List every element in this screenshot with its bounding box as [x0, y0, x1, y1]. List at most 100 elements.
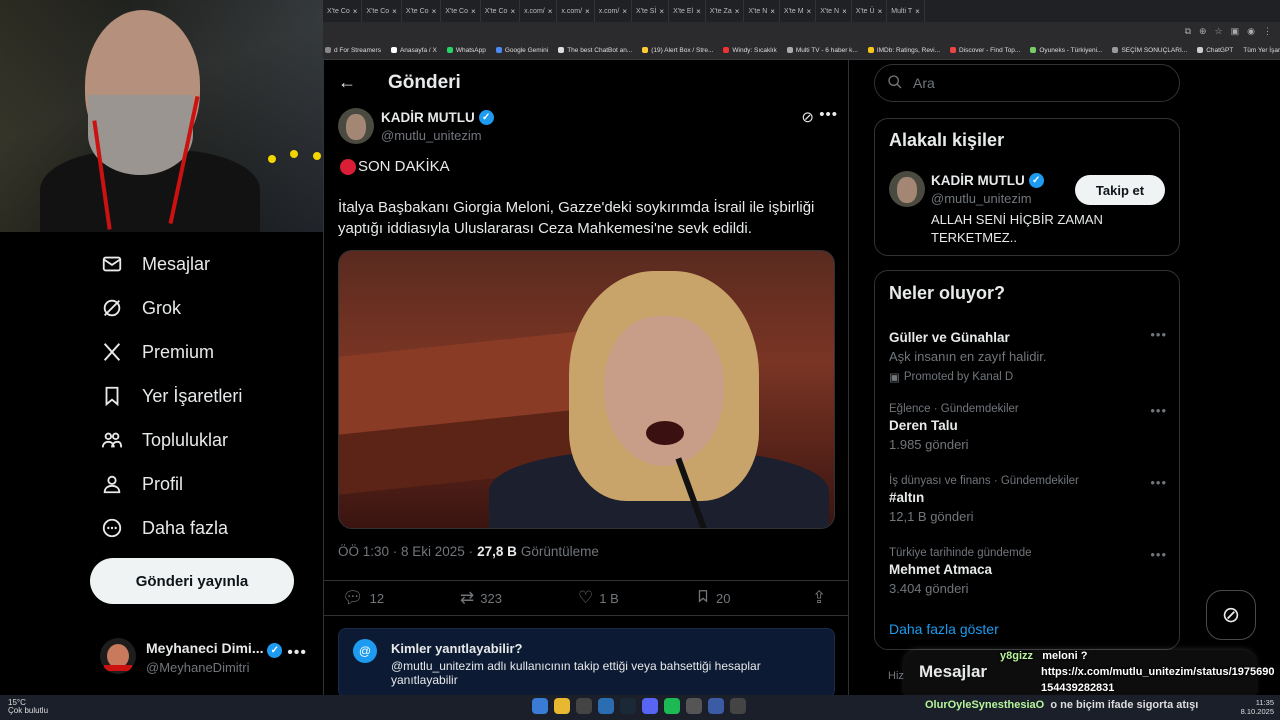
close-tab-icon[interactable]: × [471, 7, 476, 16]
zoom-icon[interactable]: ⊕ [1199, 26, 1207, 37]
nav-item-premium[interactable]: Premium [100, 340, 214, 364]
install-icon[interactable]: ⧉ [1185, 26, 1191, 37]
spotify-icon[interactable] [664, 698, 680, 714]
close-tab-icon[interactable]: × [659, 7, 664, 16]
close-tab-icon[interactable]: × [735, 7, 740, 16]
close-tab-icon[interactable]: × [878, 7, 883, 16]
bookmark-item[interactable]: ChatGPT [1197, 47, 1233, 54]
repost-button[interactable]: ⇄ 323 [460, 588, 502, 608]
nav-item-profile[interactable]: Profil [100, 472, 183, 496]
close-tab-icon[interactable]: × [915, 7, 920, 16]
extension-icon[interactable]: ▣ [1231, 26, 1240, 37]
account-switcher[interactable]: Meyhaneci Dimi... ✓ @MeyhaneDimitri ••• [100, 632, 315, 682]
bookmark-item[interactable]: (19) Alert Box / Stre... [642, 47, 713, 54]
show-more-link[interactable]: Daha fazla göster [889, 621, 999, 637]
nav-item-grok[interactable]: Grok [100, 296, 181, 320]
grok-floating-button[interactable]: ⊘ [1206, 590, 1256, 640]
bookmark-item[interactable]: WhatsApp [446, 47, 486, 54]
bookmark-button[interactable]: 20 [696, 588, 730, 609]
share-button[interactable]: ⇪ [812, 588, 826, 608]
discord-icon[interactable] [642, 698, 658, 714]
back-arrow-icon[interactable]: ← [338, 72, 356, 93]
post-button[interactable]: Gönderi yayınla [90, 558, 294, 604]
trend-item[interactable]: İş dünyası ve finans · Gündemdekiler #al… [889, 475, 1169, 524]
browser-tab[interactable]: X'te M × [780, 0, 817, 22]
browser-tab[interactable]: x.com/× [595, 0, 632, 22]
more-icon[interactable]: ••• [1150, 475, 1167, 490]
browser-tab[interactable]: X'te Co × [402, 0, 442, 22]
author-name[interactable]: KADİR MUTLU ✓ [381, 110, 494, 125]
browser-tab[interactable]: X'te Za × [706, 0, 745, 22]
bookmark-item[interactable]: The best ChatBot an... [558, 47, 632, 54]
nav-item-messages[interactable]: Mesajlar [100, 252, 210, 276]
weather-widget[interactable]: 15°C Çok bulutlu [8, 699, 48, 715]
author-handle[interactable]: @mutlu_unitezim [381, 128, 482, 143]
app-icon[interactable] [686, 698, 702, 714]
profile-icon[interactable]: ◉ [1247, 26, 1255, 37]
bookmark-item[interactable]: Discover - Find Top... [950, 47, 1020, 54]
app-icon[interactable] [576, 698, 592, 714]
bookmark-item[interactable]: Google Gemini [495, 47, 548, 54]
bookmark-item[interactable]: IMDb: Ratings, Revi... [867, 47, 940, 54]
browser-tab[interactable]: X'te Co × [441, 0, 481, 22]
close-tab-icon[interactable]: × [432, 7, 437, 16]
browser-tab[interactable]: X'te N × [744, 0, 780, 22]
start-icon[interactable] [532, 698, 548, 714]
nav-item-communities[interactable]: Topluluklar [100, 428, 228, 452]
browser-tab[interactable]: X'te El × [669, 0, 706, 22]
more-icon[interactable]: ••• [1150, 403, 1167, 418]
post-image[interactable] [338, 250, 835, 529]
follow-button[interactable]: Takip et [1075, 175, 1165, 205]
chrome-icon[interactable] [554, 698, 570, 714]
close-tab-icon[interactable]: × [696, 7, 701, 16]
browser-tab[interactable]: X'te Ü × [852, 0, 888, 22]
post-time[interactable]: ÖÖ 1:30 · 8 Eki 2025 · [338, 544, 473, 559]
close-tab-icon[interactable]: × [510, 7, 515, 16]
trend-item[interactable]: Güller ve Günahlar Aşk insanın en zayıf … [889, 327, 1169, 384]
bookmark-item[interactable]: Oyuneks - Türkiyeni... [1030, 47, 1102, 54]
app-icon[interactable] [708, 698, 724, 714]
more-icon[interactable]: ••• [1150, 547, 1167, 562]
reply-button[interactable]: 💬︎ 12 [342, 588, 384, 608]
browser-tab[interactable]: x.com/× [557, 0, 595, 22]
search-input[interactable]: Ara [913, 75, 935, 91]
browser-tab[interactable]: x.com/× [520, 0, 558, 22]
bookmark-item[interactable]: Anasayfa / X [390, 47, 437, 54]
app-icon[interactable] [730, 698, 746, 714]
nav-item-bookmarks[interactable]: Yer İşaretleri [100, 384, 242, 408]
close-tab-icon[interactable]: × [622, 7, 627, 16]
all-bookmarks-folder[interactable]: Tüm Yer İşaretleri [1243, 47, 1280, 54]
author-avatar[interactable] [338, 108, 374, 144]
close-tab-icon[interactable]: × [548, 7, 553, 16]
close-tab-icon[interactable]: × [353, 7, 358, 16]
like-button[interactable]: ♡ 1 B [578, 588, 619, 608]
bookmark-item[interactable]: Windy: Sıcaklık [723, 47, 777, 54]
search-bar[interactable]: Ara [874, 64, 1180, 102]
star-icon[interactable]: ☆ [1215, 26, 1223, 37]
browser-tab[interactable]: X'te Co × [481, 0, 521, 22]
steam-icon[interactable] [620, 698, 636, 714]
close-tab-icon[interactable]: × [770, 7, 775, 16]
trend-item[interactable]: Eğlence · Gündemdekiler Deren Talu 1.985… [889, 403, 1169, 452]
bookmark-item[interactable]: SEÇİM SONUÇLARI... [1112, 47, 1187, 54]
close-tab-icon[interactable]: × [807, 7, 812, 16]
nav-item-more[interactable]: Daha fazla [100, 516, 228, 540]
more-icon[interactable]: ••• [287, 644, 307, 662]
browser-tab[interactable]: X'te N × [816, 0, 852, 22]
bookmark-item[interactable]: d For Streamers [325, 47, 381, 54]
trend-item[interactable]: Türkiye tarihinde gündemde Mehmet Atmaca… [889, 547, 1169, 596]
close-tab-icon[interactable]: × [585, 7, 590, 16]
close-tab-icon[interactable]: × [392, 7, 397, 16]
grok-icon[interactable]: ⊘ [801, 108, 814, 126]
more-icon[interactable]: ••• [819, 106, 838, 123]
bookmark-item[interactable]: Multi TV - 6 haber k... [786, 47, 858, 54]
browser-tab[interactable]: X'te Co × [323, 0, 363, 22]
browser-tab[interactable]: X'te Co × [362, 0, 402, 22]
menu-icon[interactable]: ⋮ [1263, 26, 1272, 37]
related-avatar[interactable] [889, 171, 925, 207]
related-name[interactable]: KADİR MUTLU ✓ [931, 173, 1044, 188]
browser-tab[interactable]: Multi T × [887, 0, 925, 22]
system-clock[interactable]: 11:35 8.10.2025 [1241, 698, 1274, 716]
app-icon[interactable] [598, 698, 614, 714]
close-tab-icon[interactable]: × [842, 7, 847, 16]
